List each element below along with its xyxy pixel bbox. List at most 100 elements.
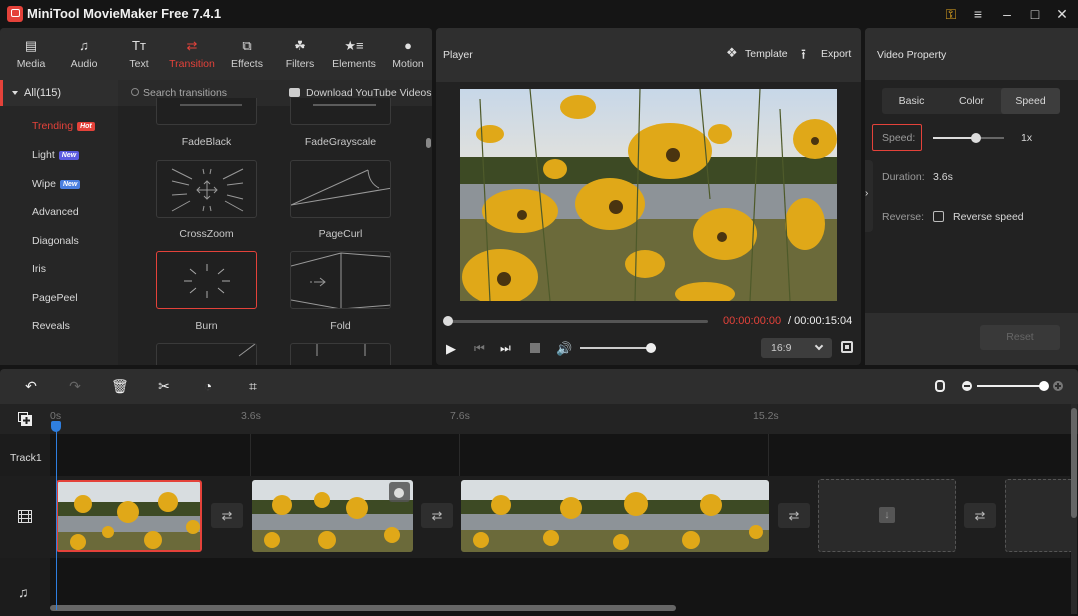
tab-label: Transition xyxy=(169,58,215,70)
tab-speed[interactable]: Speed xyxy=(1001,88,1060,114)
transition-thumb-partial[interactable] xyxy=(290,343,391,365)
video-track-header xyxy=(0,476,50,558)
video-clip[interactable] xyxy=(252,480,413,552)
folder-icon: ▤ xyxy=(24,38,38,53)
speed-slider[interactable] xyxy=(933,133,1004,143)
video-track: ⇄ ⇄ ⇄ ↓ ⇄ xyxy=(50,476,1075,558)
zoom-fit-icon[interactable] xyxy=(935,380,945,392)
transition-thumb-burn[interactable] xyxy=(156,251,257,309)
property-title: Video Property xyxy=(877,49,947,61)
video-clip[interactable] xyxy=(461,480,769,552)
collapse-panel-button[interactable]: › xyxy=(865,160,873,232)
tab-label: Audio xyxy=(70,58,98,70)
split-icon[interactable]: ✂ xyxy=(156,378,172,394)
transition-slot-button[interactable]: ⇄ xyxy=(421,503,453,528)
transition-slot-button[interactable]: ⇄ xyxy=(964,503,996,528)
speed-icon[interactable]: ◔ xyxy=(200,378,216,394)
aspect-ratio-value: 16:9 xyxy=(771,342,792,354)
category-trending[interactable]: Trending Hot xyxy=(32,120,95,132)
tab-label: Motion xyxy=(392,58,424,70)
maximize-icon[interactable]: □ xyxy=(1024,4,1046,24)
seek-bar[interactable] xyxy=(443,316,708,326)
close-icon[interactable]: ✕ xyxy=(1051,4,1073,24)
speed-label: Speed: xyxy=(882,132,916,144)
category-advanced[interactable]: Advanced xyxy=(32,206,79,218)
reset-button[interactable]: Reset xyxy=(980,325,1060,350)
timeline-horizontal-scrollbar[interactable] xyxy=(50,605,676,611)
reverse-speed-checkbox[interactable] xyxy=(933,211,944,222)
transition-thumb-crosszoom[interactable] xyxy=(156,160,257,218)
crop-icon[interactable]: ⌗ xyxy=(245,378,261,394)
reverse-label: Reverse: xyxy=(882,211,925,223)
transition-thumb-fadeblack[interactable] xyxy=(156,98,257,125)
youtube-icon xyxy=(289,88,300,97)
transition-arrows-icon: ⇄ xyxy=(186,38,198,53)
category-all[interactable]: All(115) xyxy=(0,80,118,106)
volume-slider[interactable] xyxy=(580,343,656,353)
layers-icon: ❖ xyxy=(726,45,738,60)
timeline-zoom-handle[interactable] xyxy=(1039,381,1049,391)
volume-handle[interactable] xyxy=(645,343,656,353)
category-reveals[interactable]: Reveals xyxy=(32,320,70,332)
transitions-scrollbar[interactable] xyxy=(426,138,431,148)
timeline-zoom-slider[interactable] xyxy=(977,381,1049,391)
prev-frame-icon[interactable]: ⏮ xyxy=(474,341,485,356)
play-icon[interactable]: ▶ xyxy=(446,341,456,357)
category-label: Reveals xyxy=(32,320,70,332)
video-clip[interactable] xyxy=(56,480,202,552)
zoom-out-icon[interactable] xyxy=(962,381,972,391)
speed-handle[interactable] xyxy=(970,133,981,143)
category-wipe[interactable]: Wipe New xyxy=(32,178,81,190)
key-icon[interactable]: ⚿ xyxy=(940,4,962,24)
transition-thumb-fadegrayscale[interactable] xyxy=(290,98,391,125)
tab-transition[interactable]: ⇄ Transition xyxy=(165,38,219,70)
stop-icon[interactable] xyxy=(530,343,540,353)
category-diagonals[interactable]: Diagonals xyxy=(32,235,79,247)
video-preview[interactable] xyxy=(460,89,837,301)
audio-track xyxy=(50,558,1070,594)
tab-media[interactable]: ▤ Media xyxy=(4,38,58,70)
empty-clip-slot[interactable]: ↓ xyxy=(818,479,956,552)
chevron-right-icon: › xyxy=(865,188,869,199)
tab-elements[interactable]: ★≡ Elements xyxy=(327,38,381,70)
redo-icon[interactable]: ↷ xyxy=(67,378,83,394)
empty-clip-slot[interactable] xyxy=(1005,479,1075,552)
transition-thumb-fold[interactable] xyxy=(290,251,391,309)
volume-icon[interactable]: 🔊 xyxy=(556,341,572,357)
timeline-vertical-scrollbar[interactable] xyxy=(1071,408,1077,518)
category-iris[interactable]: Iris xyxy=(32,263,46,275)
undo-icon[interactable]: ↶ xyxy=(23,378,39,394)
tab-color[interactable]: Color xyxy=(942,88,1001,114)
add-track-icon[interactable] xyxy=(18,412,32,426)
menu-icon[interactable]: ≡ xyxy=(967,4,989,24)
minimize-icon[interactable]: – xyxy=(996,4,1018,24)
transition-slot-button[interactable]: ⇄ xyxy=(211,503,243,528)
gridline xyxy=(768,434,769,476)
transition-thumb-partial[interactable] xyxy=(156,343,257,365)
transition-label: CrossZoom xyxy=(179,228,234,240)
transition-thumb-pagecurl[interactable] xyxy=(290,160,391,218)
zoom-in-icon[interactable] xyxy=(1053,381,1063,391)
tab-filters[interactable]: ☘ Filters xyxy=(273,38,327,70)
current-time: 00:00:00:00 xyxy=(723,315,782,327)
tab-text[interactable]: Tᴛ Text xyxy=(112,38,166,70)
speed-value: 1x xyxy=(1021,132,1033,144)
tab-audio[interactable]: ♫ Audio xyxy=(57,38,111,70)
timeline-ruler[interactable]: 0s 3.6s 7.6s 15.2s xyxy=(0,404,1078,434)
hot-badge: Hot xyxy=(77,122,95,131)
tab-basic[interactable]: Basic xyxy=(882,88,941,114)
tab-label: Media xyxy=(16,58,46,70)
aspect-ratio-select[interactable]: 16:9 xyxy=(761,338,832,358)
category-pagepeel[interactable]: PagePeel xyxy=(32,292,78,304)
fullscreen-icon[interactable] xyxy=(841,341,853,353)
player-header: Player ❖ Template ⭱ Export xyxy=(436,28,861,82)
tab-effects[interactable]: ⧉ Effects xyxy=(220,38,274,70)
delete-icon[interactable]: 🗑 xyxy=(111,378,129,394)
seek-handle[interactable] xyxy=(443,316,453,326)
next-frame-icon[interactable]: ⏭ xyxy=(500,341,511,356)
tab-motion[interactable]: ● Motion xyxy=(381,38,435,70)
total-time: / 00:00:15:04 xyxy=(788,315,853,327)
category-light[interactable]: Light New xyxy=(32,149,80,161)
transition-slot-button[interactable]: ⇄ xyxy=(778,503,810,528)
title-bar: MiniTool MovieMaker Free 7.4.1 ⚿ ≡ – □ ✕ xyxy=(0,0,1078,28)
